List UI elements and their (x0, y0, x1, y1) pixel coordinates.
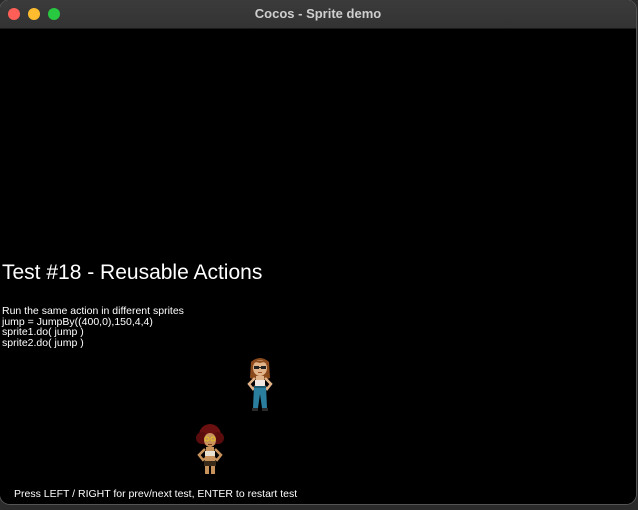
title-bar[interactable]: Cocos - Sprite demo (0, 0, 636, 29)
footer-instructions: Press LEFT / RIGHT for prev/next test, E… (14, 488, 298, 500)
description-line: sprite2.do( jump ) (2, 336, 84, 349)
test-title: Test #18 - Reusable Actions (2, 261, 263, 284)
window-title: Cocos - Sprite demo (254, 6, 382, 21)
sprite-1-girl (247, 358, 273, 411)
game-canvas[interactable]: Test #18 - Reusable Actions Run the same… (0, 29, 636, 504)
description-line: sprite1.do( jump ) (2, 326, 84, 338)
app-window: Cocos - Sprite demo Test #18 - Reusable … (0, 0, 636, 504)
description-line: Run the same action in different sprites (2, 305, 184, 317)
test-description: Run the same action in different sprites… (2, 306, 184, 348)
sprite-2-girl (196, 424, 224, 474)
